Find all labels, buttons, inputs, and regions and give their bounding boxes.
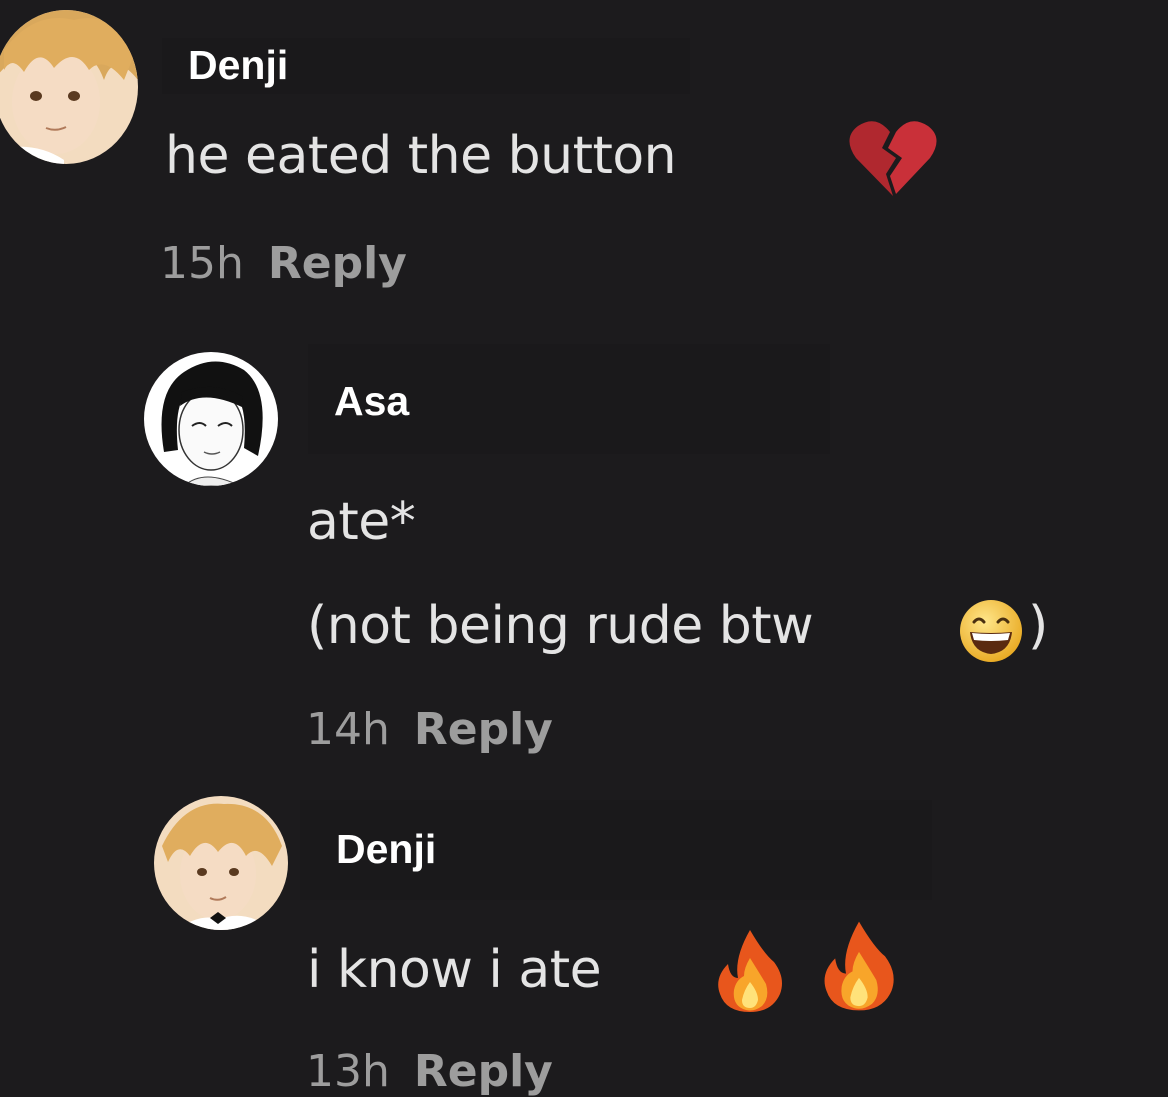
- comment-text: i know i ate: [307, 940, 602, 1000]
- avatar-asa[interactable]: [144, 352, 278, 486]
- grinning-face-icon: [958, 598, 1024, 664]
- comment-time: 13h: [306, 1046, 390, 1097]
- fire-icon: [714, 928, 786, 1014]
- avatar-denji[interactable]: [154, 796, 288, 930]
- reply-button[interactable]: Reply: [268, 238, 407, 289]
- comment-text: he eated the button: [165, 126, 677, 186]
- comment-username[interactable]: Asa: [308, 344, 830, 454]
- comment-username[interactable]: Denji: [300, 800, 932, 900]
- comment-text: ate*: [307, 492, 416, 552]
- comment-username[interactable]: Denji: [162, 38, 690, 94]
- comment-text: ): [1028, 596, 1048, 656]
- comment-time: 15h: [160, 238, 244, 289]
- comment-meta: 15h Reply: [160, 238, 407, 289]
- comment-text: (not being rude btw: [307, 596, 814, 656]
- broken-heart-icon: [846, 118, 940, 198]
- reply-button[interactable]: Reply: [414, 1046, 553, 1097]
- comment-meta: 14h Reply: [306, 704, 553, 755]
- avatar-denji[interactable]: [0, 10, 138, 164]
- fire-icon: [820, 918, 898, 1014]
- reply-button[interactable]: Reply: [414, 704, 553, 755]
- comment-meta: 13h Reply: [306, 1046, 553, 1097]
- comment-time: 14h: [306, 704, 390, 755]
